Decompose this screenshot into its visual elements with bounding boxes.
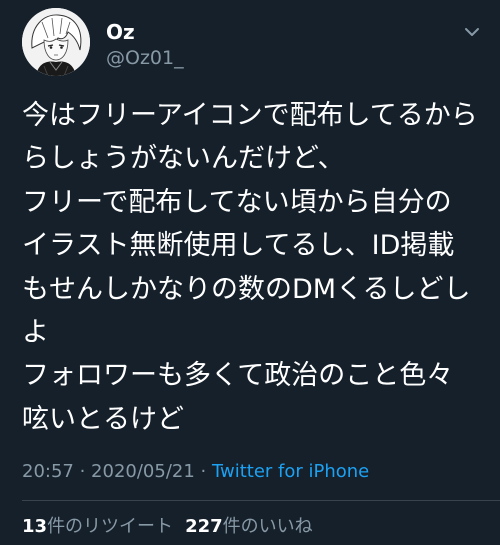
likes-stat[interactable]: 227件のいいね: [185, 516, 313, 537]
tweet-source-link[interactable]: Twitter for iPhone: [212, 461, 369, 482]
avatar[interactable]: [22, 8, 90, 76]
tweet-date[interactable]: 2020/05/21: [91, 461, 195, 482]
likes-count: 227: [185, 516, 223, 537]
anime-avatar-icon: [22, 8, 90, 76]
likes-label: 件のいいね: [222, 516, 313, 537]
retweets-stat[interactable]: 13件のリツイート: [22, 516, 173, 537]
tweet-time[interactable]: 20:57: [22, 461, 74, 482]
tweet-card: Oz @Oz01_ 今はフリーアイコンで配布してるから らしょうがないんだけど、…: [0, 0, 500, 545]
tweet-meta: 20:57 · 2020/05/21 · Twitter for iPhone: [22, 460, 369, 484]
divider: [22, 500, 500, 501]
retweets-label: 件のリツイート: [47, 516, 174, 537]
user-handle[interactable]: @Oz01_: [106, 46, 184, 70]
retweets-count: 13: [22, 516, 48, 537]
chevron-down-icon[interactable]: [462, 22, 482, 42]
tweet-text: 今はフリーアイコンで配布してるから らしょうがないんだけど、 フリーで配布してな…: [22, 100, 478, 435]
meta-separator: ·: [73, 461, 92, 482]
meta-separator: ·: [194, 461, 212, 482]
display-name[interactable]: Oz: [106, 20, 135, 44]
tweet-stats: 13件のリツイート 227件のいいね: [22, 515, 313, 539]
